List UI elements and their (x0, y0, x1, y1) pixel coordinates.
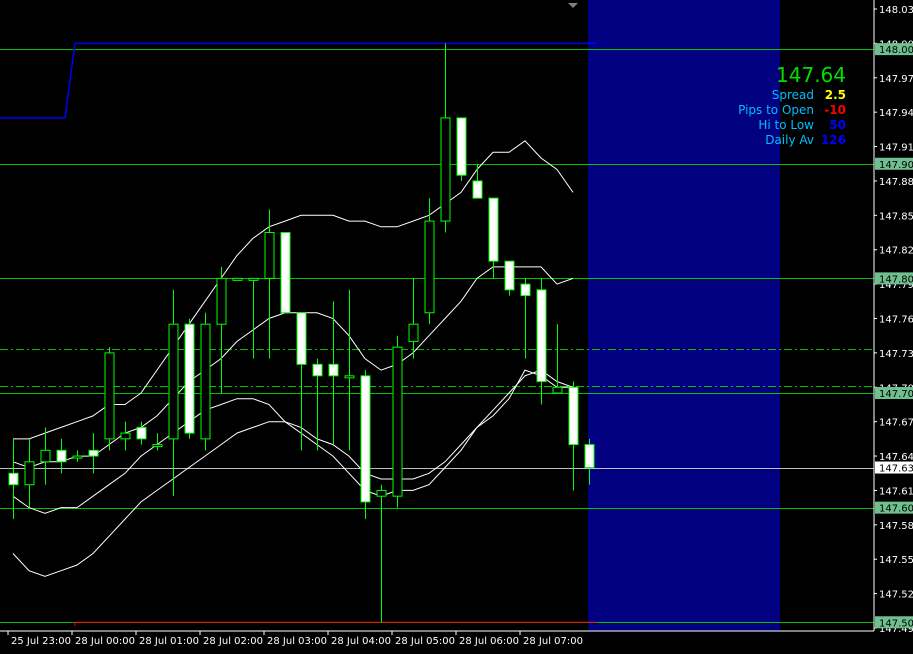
candle-body (200, 323, 211, 440)
candle-body (504, 260, 515, 291)
price-tick-label: 147.765 (879, 315, 913, 326)
candle[interactable] (104, 347, 115, 451)
info-row-spread: Spread 2.5 (700, 88, 846, 103)
candle-body (296, 312, 307, 365)
hi-to-low-label: Hi to Low (758, 118, 814, 132)
time-tick-label: 28 Jul 01:00 (139, 636, 199, 647)
candle[interactable] (280, 232, 291, 314)
candle-body (376, 489, 387, 497)
candle-body (536, 289, 547, 383)
candle-body (104, 352, 115, 440)
price-tick-label: 147.525 (879, 590, 913, 601)
candle-body (424, 220, 435, 314)
time-tick-label: 28 Jul 05:00 (395, 636, 455, 647)
candle-body (328, 363, 339, 377)
candle-body (392, 346, 403, 497)
level-price-label: 147.600 (879, 504, 913, 515)
candle-body (568, 386, 579, 446)
candle-body (360, 375, 371, 503)
candle-body (456, 117, 467, 176)
candle-body (216, 277, 227, 325)
time-tick-label: 25 Jul 23:00 (11, 636, 71, 647)
info-row-daily-av: Daily Av 126 (700, 133, 846, 148)
candle-body (248, 277, 259, 281)
candle-body (24, 461, 35, 486)
candle[interactable] (360, 370, 371, 520)
price-tick-label: 147.825 (879, 246, 913, 257)
price-tick-label: 147.585 (879, 521, 913, 532)
candle-body (40, 449, 51, 463)
candle-body (440, 117, 451, 222)
level-price-label: 147.800 (879, 274, 913, 285)
candle-body (88, 449, 99, 457)
time-tick-label: 28 Jul 04:00 (331, 636, 391, 647)
time-tick-label: 28 Jul 00:00 (75, 636, 135, 647)
daily-av-value: 126 (820, 133, 846, 147)
time-tick-label: 28 Jul 06:00 (459, 636, 519, 647)
info-row-hi-to-low: Hi to Low 50 (700, 118, 846, 133)
pips-to-open-label: Pips to Open (738, 103, 814, 117)
price-tick-label: 147.675 (879, 418, 913, 429)
price-tick-label: 147.945 (879, 108, 913, 119)
candle-body (408, 323, 419, 342)
candle-body (136, 426, 147, 440)
candle-body (152, 444, 163, 448)
daily-av-label: Daily Av (765, 133, 814, 147)
candle-body (488, 197, 499, 262)
level-price-label: 147.700 (879, 389, 913, 400)
info-row-pips-to-open: Pips to Open -10 (700, 103, 846, 118)
candle[interactable] (200, 312, 211, 451)
current-price-label: 147.635 (879, 464, 913, 475)
candle-body (232, 277, 243, 281)
candle-body (72, 455, 83, 459)
price-tick-label: 147.915 (879, 143, 913, 154)
candle-body (184, 323, 195, 434)
price-tick-label: 147.615 (879, 486, 913, 497)
candle-body (584, 444, 595, 469)
price-tick-label: 148.035 (879, 5, 913, 16)
price-tick-label: 147.855 (879, 211, 913, 222)
price-tick-label: 147.885 (879, 177, 913, 188)
time-tick-label: 28 Jul 03:00 (267, 636, 327, 647)
level-price-label: 147.500 (879, 618, 913, 629)
candle-body (280, 232, 291, 314)
level-price-label: 148.000 (879, 45, 913, 56)
candle-body (56, 449, 67, 463)
candle-body (168, 323, 179, 440)
spread-value: 2.5 (824, 88, 846, 102)
candle[interactable] (456, 117, 467, 181)
pips-to-open-value: -10 (824, 103, 846, 117)
hi-to-low-value: 50 (829, 118, 846, 132)
time-tick-label: 28 Jul 02:00 (203, 636, 263, 647)
candle-body (8, 472, 19, 486)
current-price-display: 147.64 (776, 63, 846, 87)
level-price-label: 147.900 (879, 160, 913, 171)
candle-body (520, 283, 531, 297)
candle-body (344, 375, 355, 379)
price-tick-label: 147.975 (879, 74, 913, 85)
candle-body (472, 180, 483, 199)
price-tick-label: 147.555 (879, 555, 913, 566)
candle-body (264, 232, 275, 279)
price-tick-label: 147.735 (879, 349, 913, 360)
time-tick-label: 28 Jul 07:00 (523, 636, 583, 647)
info-panel: 147.64 Spread 2.5 Pips to Open -10 Hi to… (700, 62, 846, 148)
candle[interactable] (392, 335, 403, 508)
candle[interactable] (184, 318, 195, 439)
candle-body (312, 363, 323, 377)
spread-label: Spread (771, 88, 814, 102)
candle-body (552, 386, 563, 394)
candle-body (120, 432, 131, 440)
price-tick-label: 147.645 (879, 452, 913, 463)
candle[interactable] (232, 277, 243, 281)
